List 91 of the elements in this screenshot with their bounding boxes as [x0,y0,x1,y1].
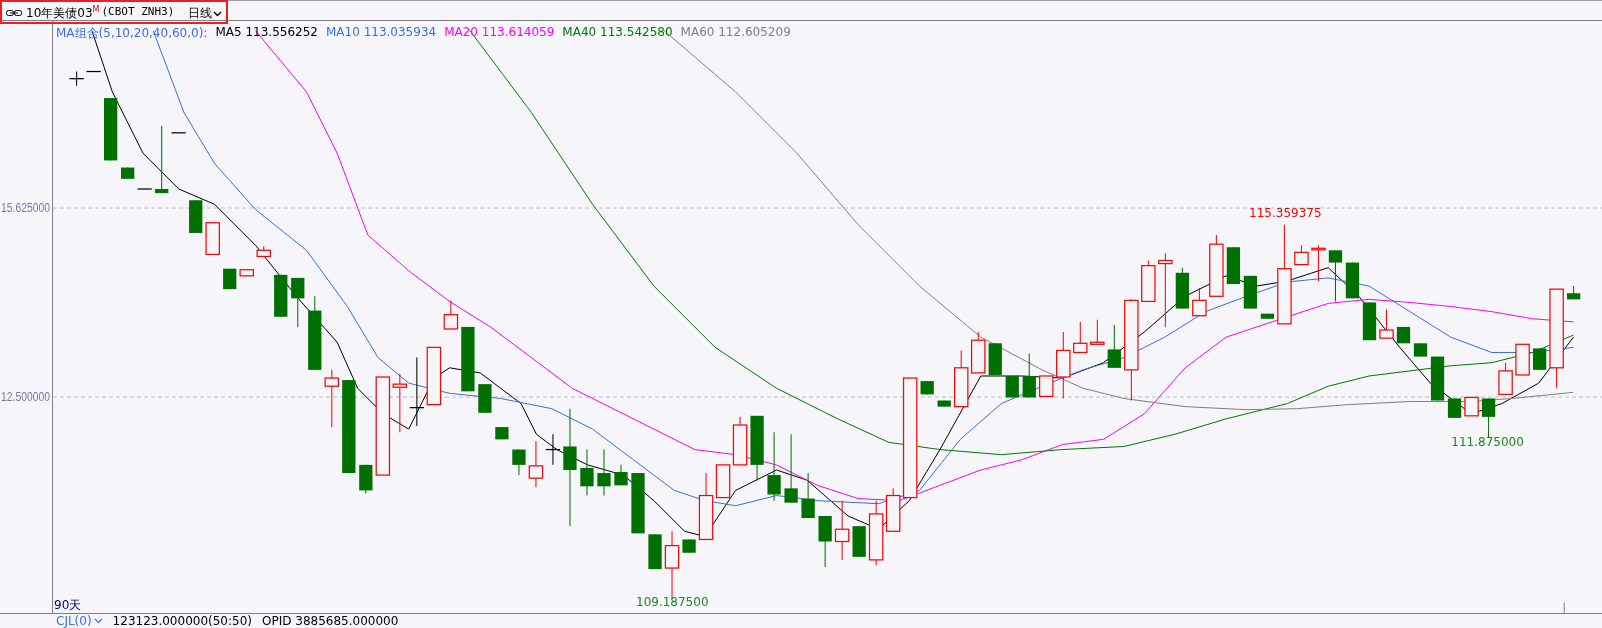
candlestick [443,299,459,330]
candlestick [1413,342,1428,357]
candlestick [223,268,237,290]
legend-label: MA组合(5,10,20,40,60,0): [56,24,208,42]
candlestick [1532,347,1547,371]
candlestick [1260,313,1275,320]
candlestick [631,472,645,534]
candlestick [614,464,628,486]
candlestick [1481,397,1496,438]
price-annotation: 115.359375 [1249,205,1322,220]
open-interest-value: OPID 3885685.000000 [262,613,399,628]
candlestick [1498,362,1513,395]
candlestick [495,426,509,440]
candlestick [1396,326,1411,344]
candlestick [512,448,526,476]
candlestick [1362,301,1377,341]
range-label: 90天 [54,597,82,612]
y-axis-label: 12.500000 [1,389,58,404]
candlestick [256,245,271,257]
candlestick [1056,331,1071,399]
volume-value: 123123.000000(50:50) [112,613,252,628]
candlestick [1311,244,1326,282]
period-dropdown[interactable]: 日线 [188,5,223,22]
candlestick [970,331,986,374]
instrument-name: 10年美债03$^{M}$ [26,5,100,22]
candlestick [1243,275,1258,309]
candlestick [291,277,305,328]
price-annotation: 111.875000 [1451,435,1524,450]
candlestick [1073,321,1088,353]
moving-average-value: MA20 113.614059 [444,24,555,41]
candlestick [1294,244,1309,266]
candlestick [801,472,815,519]
candlestick [359,464,373,494]
candlestick [478,383,492,414]
candlestick [239,268,254,277]
candlestick [937,399,951,407]
candlestick [784,433,798,504]
candlestick [920,380,934,395]
chevron-down-icon [93,617,103,624]
candlestick [1379,308,1394,339]
candlestick [121,166,135,180]
moving-average-value: MA5 113.556252 [215,24,318,41]
candlestick [1464,396,1479,417]
candlestick [205,221,220,255]
candlestick [1345,261,1360,299]
candlestick [324,369,340,428]
candlestick [189,199,203,234]
instrument-selector[interactable]: 10年美债03$^{M}$ (CBOT ZNH3) 日线 [0,0,229,24]
candlestick [597,448,611,496]
moving-average-value: MA10 113.035934 [325,24,437,41]
candlestick [1022,352,1036,398]
candlestick [682,538,696,554]
market-label: M [92,5,100,14]
candlestick [461,326,475,392]
candlestick [1039,375,1054,397]
candlestick [648,533,662,570]
candlestick [818,515,832,568]
candlestick [767,431,781,501]
moving-average-value: MA40 113.542580 [562,24,673,41]
candlestick [953,349,969,408]
candlestick [732,416,748,466]
candlestick [1090,319,1105,345]
candlestick [136,188,153,190]
candlestick [1567,285,1581,300]
candlestick [1107,324,1121,369]
candlestick [1515,343,1530,376]
candlestick [104,97,118,161]
candlestick [1175,267,1189,309]
indicator-dropdown[interactable]: CJL(0) [56,613,103,628]
instrument-code: (CBOT ZNH3) [101,5,175,18]
candlestick [852,525,866,558]
candlestick [274,274,288,318]
candlestick [1192,287,1207,317]
candlestick [409,356,425,427]
candlestick [1226,246,1241,285]
price-annotation: 109.187500 [636,594,709,609]
chevron-down-icon [213,10,223,17]
candlestick [1430,355,1445,401]
candlestick [1141,259,1156,302]
candlestick [834,500,850,561]
candlestick [1328,249,1343,302]
candlestick [1209,234,1224,297]
link-icon [6,9,22,17]
candlestick [426,346,442,406]
y-axis-label: 15.625000 [1,200,58,215]
candlestick [580,448,594,496]
candlestick [988,342,1002,376]
moving-average-value: MA60 112.605209 [680,24,791,41]
candlestick [1005,375,1019,398]
candlestick [1447,397,1462,419]
candlestick [750,415,764,481]
